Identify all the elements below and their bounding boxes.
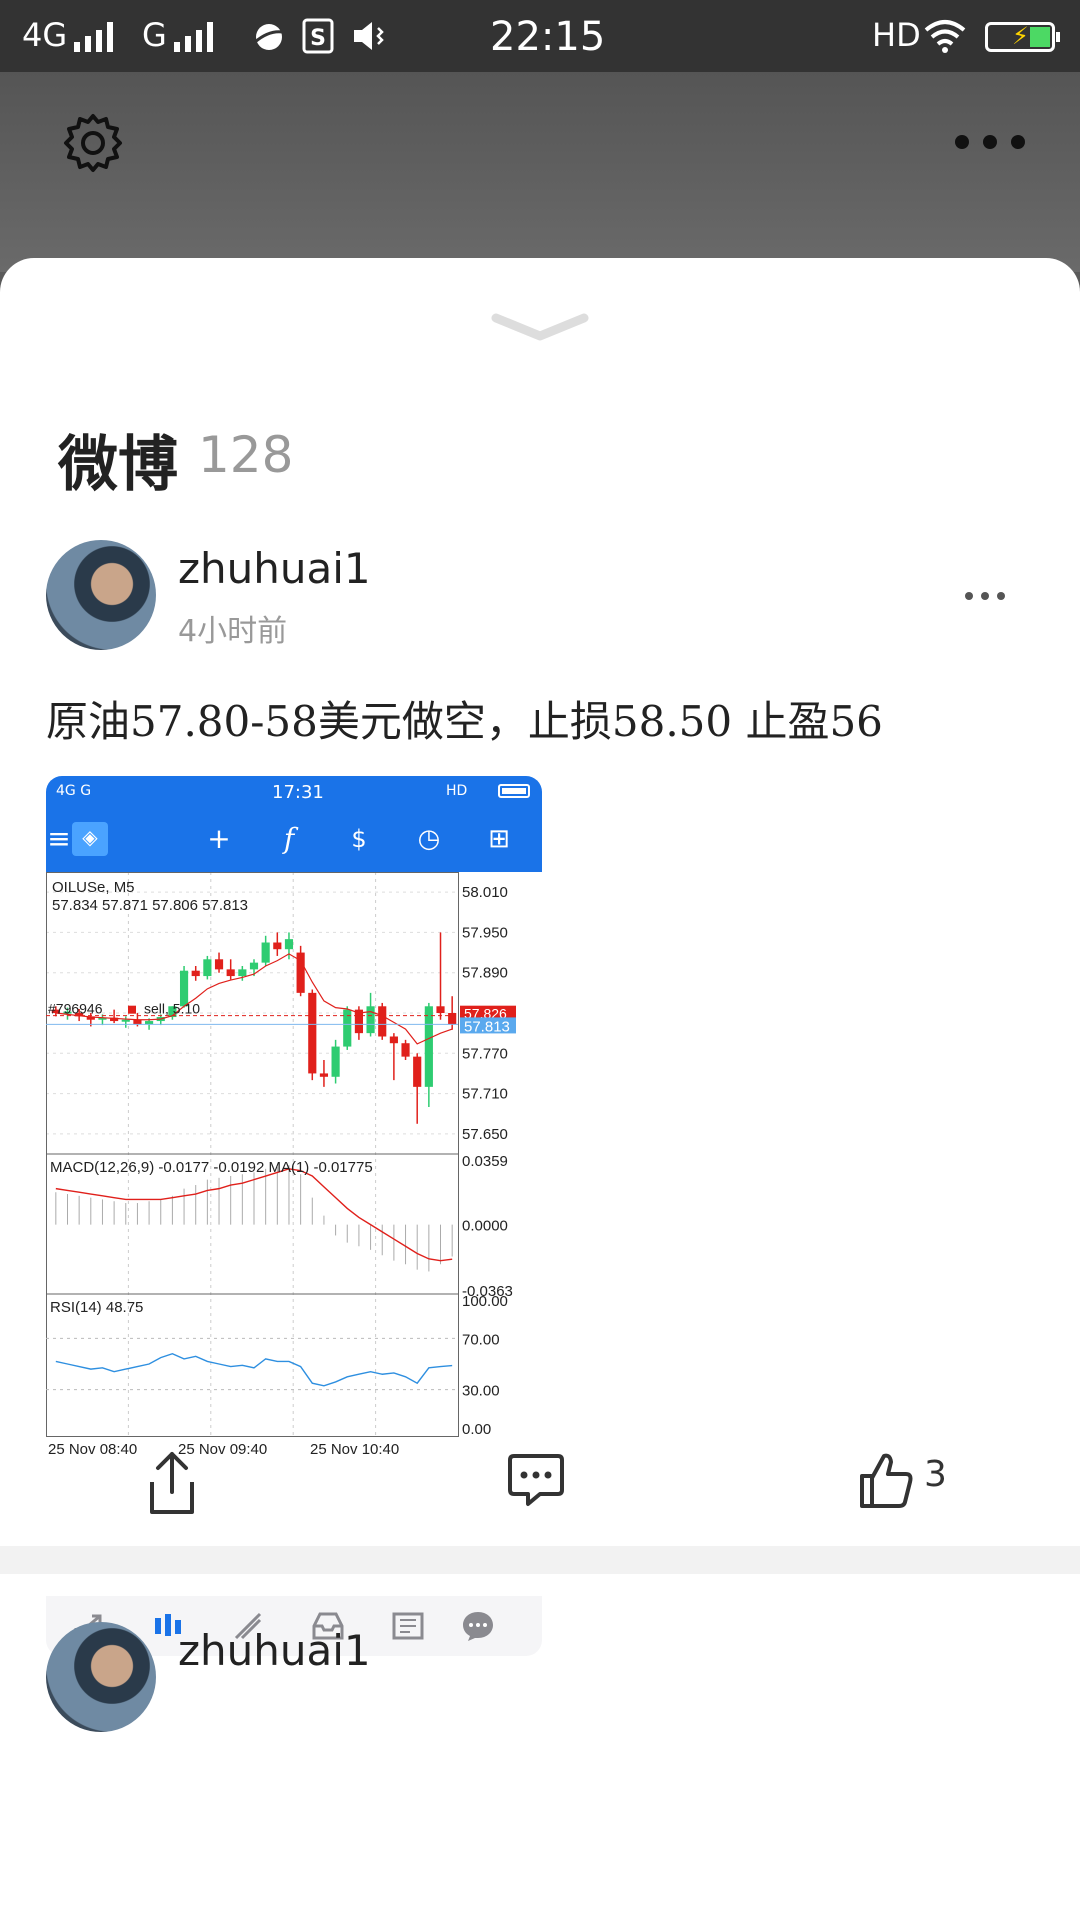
status-bar: 4G G S 22:15 HD ⚡	[0, 0, 1080, 72]
news-icon	[392, 1612, 424, 1640]
post-actions	[0, 1450, 1080, 1540]
candle-body	[401, 1043, 410, 1057]
candle-body	[319, 1073, 329, 1077]
candle-body	[284, 939, 294, 950]
network-g-label: G	[142, 16, 167, 54]
candle-body	[308, 992, 317, 1074]
gear-icon[interactable]	[62, 112, 124, 174]
next-post-username[interactable]: zhuhuai1	[178, 1626, 371, 1675]
post-divider	[0, 1546, 1080, 1574]
signal-icon-2	[174, 20, 213, 52]
function-icon: f	[283, 822, 295, 855]
collapse-chevron-icon[interactable]	[490, 308, 590, 348]
macd-tick-label: 0.0359	[462, 1153, 508, 1170]
ask-label: 57.813	[464, 1018, 510, 1035]
rsi-label: RSI(14) 48.75	[50, 1299, 143, 1316]
post-text: 原油57.80-58美元做空，止损58.50 止盈56	[46, 697, 883, 746]
embedded-status-bar: 4G G 17:31 HD	[46, 776, 542, 806]
like-thumb-icon[interactable]	[858, 1450, 914, 1510]
macd-tick-label: 0.0000	[462, 1218, 508, 1235]
price-tick-label: 57.890	[462, 965, 508, 982]
battery-icon: ⚡	[985, 22, 1060, 52]
candle-body	[261, 942, 270, 963]
macd-label: MACD(12,26,9) -0.0177 -0.0192 MA(1) -0.0…	[50, 1159, 373, 1176]
candle-body	[448, 1013, 457, 1025]
order-type-label: sell, 5.10	[144, 1001, 200, 1017]
like-count: 3	[924, 1454, 947, 1495]
price-tick-label: 57.710	[462, 1086, 508, 1103]
candle-body	[331, 1046, 340, 1077]
network-4g-label: 4G	[22, 16, 68, 54]
rsi-tick-label: 70.00	[462, 1331, 500, 1348]
price-tick-label: 57.950	[462, 924, 508, 941]
candle-body	[214, 959, 224, 970]
crosshair-icon: +	[207, 822, 231, 855]
embedded-toolbar: ≡ ◈ + f $ ◷ ⊞	[46, 806, 542, 872]
candle-body	[436, 1006, 445, 1013]
candle-body	[366, 1006, 375, 1034]
comment-icon[interactable]	[506, 1450, 566, 1510]
section-count: 128	[198, 426, 294, 484]
avatar[interactable]	[46, 1622, 156, 1732]
post-more-icon[interactable]	[965, 592, 1005, 600]
price-tick-label: 58.010	[462, 884, 508, 901]
candle-body	[249, 962, 259, 970]
planet-icon	[254, 24, 284, 50]
post-username[interactable]: zhuhuai1	[178, 544, 371, 593]
embedded-status-network: 4G G	[56, 783, 92, 799]
candle-body	[133, 1019, 142, 1025]
candle-body	[413, 1056, 422, 1087]
more-options-icon[interactable]	[955, 135, 1025, 149]
vibrate-icon	[354, 22, 384, 50]
candle-body	[424, 1006, 433, 1087]
order-marker	[128, 1005, 136, 1014]
candle-body	[121, 1019, 130, 1022]
candle-body	[191, 970, 200, 977]
bottom-sheet: 微博 128 zhuhuai1 4小时前 原油57.80-58美元做空，止损58…	[0, 258, 1080, 1920]
clock-icon: ◷	[417, 824, 441, 854]
signal-icon	[74, 20, 113, 52]
trade-icon: $	[351, 825, 367, 853]
avatar[interactable]	[46, 540, 156, 650]
order-id-label: #796946	[48, 1001, 103, 1017]
candle-body	[145, 1021, 154, 1025]
svg-text:S: S	[310, 26, 326, 51]
candle-body	[226, 969, 235, 977]
candle-body	[378, 1006, 387, 1037]
status-time: 22:15	[490, 14, 606, 60]
dimmed-profile-header	[0, 72, 1080, 272]
new-order-icon: ⊞	[488, 824, 510, 854]
candle-body	[238, 969, 247, 977]
app-logo-icon: ◈	[72, 822, 108, 856]
candle-body	[273, 942, 282, 950]
share-icon[interactable]	[144, 1450, 200, 1520]
rsi-tick-label: 30.00	[462, 1383, 500, 1400]
rsi-tick-label: 0.00	[462, 1421, 491, 1438]
embedded-status-time: 17:31	[272, 782, 324, 803]
symbol-label: OILUSe, M5	[52, 879, 135, 896]
embedded-battery-icon	[498, 784, 530, 798]
wifi-icon	[924, 20, 966, 53]
rsi-tick-label: 100.00	[462, 1293, 508, 1310]
ohlc-label: 57.834 57.871 57.806 57.813	[52, 897, 248, 914]
post-time: 4小时前	[178, 614, 288, 649]
price-tick-label: 57.650	[462, 1126, 508, 1143]
candle-body	[343, 1009, 352, 1047]
sim-icon: S	[302, 18, 334, 54]
chat-icon	[463, 1612, 493, 1641]
hd-label: HD	[872, 16, 921, 54]
section-title: 微博	[58, 430, 178, 500]
embedded-status-hd: HD	[446, 783, 468, 799]
candle-body	[203, 959, 212, 977]
price-tick-label: 57.770	[462, 1045, 508, 1062]
candle-body	[389, 1036, 398, 1044]
